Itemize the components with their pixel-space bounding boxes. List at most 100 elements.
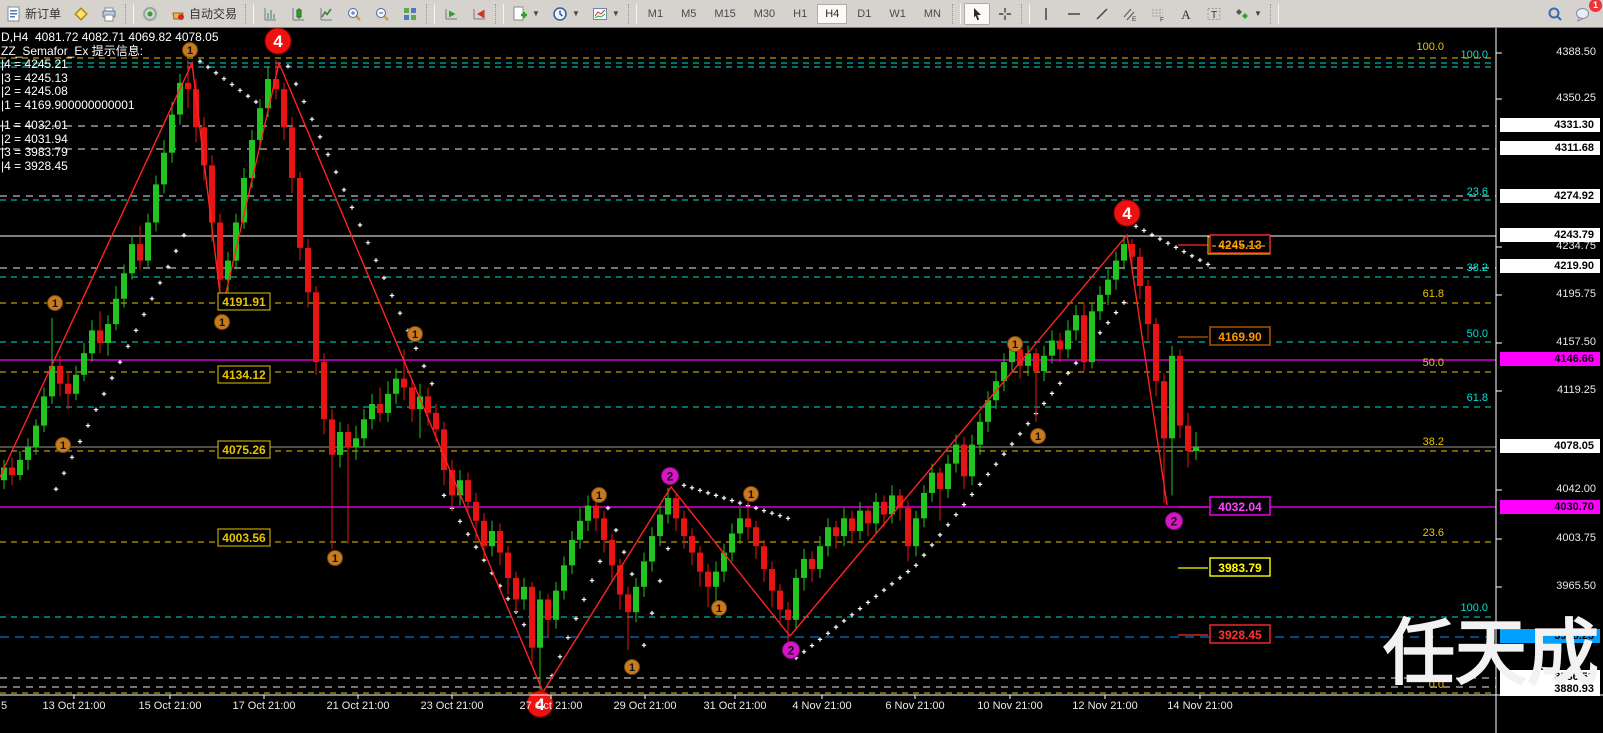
chart-bars-button[interactable] — [257, 3, 283, 25]
svg-text:2: 2 — [667, 469, 674, 483]
toolbar-separator — [495, 3, 505, 24]
channel-icon: E — [1123, 8, 1137, 22]
svg-text:3928.45: 3928.45 — [1218, 628, 1262, 642]
svg-text:4245.13: 4245.13 — [1218, 238, 1262, 252]
price-level-badge: 4078.05 — [1500, 439, 1600, 453]
chart-line-button[interactable] — [313, 3, 339, 25]
chat-button[interactable]: 1 — [1570, 0, 1602, 25]
timeframe-m1-button[interactable]: M1 — [640, 4, 671, 24]
date-tick-label[interactable]: 12 Nov 21:00 — [1072, 700, 1137, 712]
cursor-button[interactable] — [963, 2, 990, 25]
svg-text:4169.90: 4169.90 — [1218, 330, 1262, 344]
price-tick-label: 4003.75 — [1556, 532, 1596, 544]
svg-text:23.6: 23.6 — [1423, 527, 1444, 539]
hline-button[interactable] — [1061, 3, 1087, 25]
svg-text:50.0: 50.0 — [1467, 328, 1488, 340]
price-tick-label: 4195.75 — [1556, 288, 1596, 300]
date-tick-label[interactable]: 6 Nov 21:00 — [885, 700, 944, 712]
chart-candles-button[interactable] — [285, 3, 311, 25]
arrows-button[interactable]: ▼ — [1229, 3, 1267, 25]
timeframe-m5-button[interactable]: M5 — [673, 4, 704, 24]
svg-text:38.2: 38.2 — [1467, 262, 1488, 274]
gold-bar-button[interactable] — [68, 3, 94, 25]
toolbar-separator — [245, 3, 255, 24]
crosshair-button[interactable] — [992, 3, 1018, 25]
autotrade-button[interactable]: 自动交易 — [165, 2, 242, 25]
chart-canvas[interactable]: 100.023.638.250.061.8100.0100.061.850.03… — [0, 0, 1603, 733]
svg-text:1: 1 — [412, 329, 418, 341]
svg-text:0.0: 0.0 — [1429, 679, 1444, 691]
new-order-icon — [7, 6, 20, 21]
crosshair-icon — [998, 7, 1011, 20]
chart-shift-button[interactable] — [466, 3, 492, 25]
price-level-badge: 4311.68 — [1500, 141, 1600, 155]
svg-text:4075.26: 4075.26 — [222, 443, 266, 457]
zoom-in-button[interactable] — [341, 3, 367, 25]
search-icon — [1548, 7, 1562, 21]
search-button[interactable] — [1542, 3, 1568, 25]
date-tick-label[interactable]: 27 Oct 21:00 — [520, 700, 583, 712]
svg-text:1: 1 — [596, 490, 602, 502]
price-level-badge: 4146.66 — [1500, 352, 1600, 366]
periods-button[interactable]: ▼ — [547, 3, 585, 25]
resistance-level-line: |3 = 4245.13 — [1, 70, 68, 85]
auto-scroll-button[interactable] — [438, 3, 464, 25]
svg-text:100.0: 100.0 — [1460, 602, 1488, 614]
trendline-icon — [1096, 7, 1108, 20]
date-tick-label[interactable]: 15 Oct 21:00 — [139, 700, 202, 712]
support-level-line: |4 = 3928.45 — [1, 158, 68, 173]
date-tick-label-clipped: 5 — [1, 700, 8, 712]
indicator-info-block: D,H4 4081.72 4082.71 4069.82 4078.05 ZZ_S… — [1, 30, 219, 173]
date-tick-label[interactable]: 10 Nov 21:00 — [977, 700, 1042, 712]
vline-button[interactable] — [1033, 3, 1059, 25]
timeframe-h1-button[interactable]: H1 — [785, 4, 815, 24]
timeframe-h4-button[interactable]: H4 — [817, 3, 848, 24]
chart-shift-icon — [473, 8, 486, 19]
fibonacci-button[interactable]: F — [1145, 3, 1171, 25]
toolbar-separator — [1269, 3, 1279, 24]
print-button[interactable] — [96, 3, 122, 25]
price-level-badge: 4219.90 — [1500, 259, 1600, 273]
toolbar-separator — [951, 3, 961, 24]
timeframe-d1-button[interactable]: D1 — [849, 4, 879, 24]
zoom-in-icon — [348, 7, 361, 21]
toolbar-separator — [627, 3, 637, 24]
svg-text:4191.91: 4191.91 — [222, 295, 266, 309]
date-tick-label[interactable]: 21 Oct 21:00 — [327, 700, 390, 712]
channel-button[interactable]: E — [1117, 3, 1143, 25]
templates-button[interactable]: ▼ — [587, 3, 625, 25]
new-order-button[interactable]: 新订单 — [1, 2, 66, 25]
toolbar-separator — [125, 3, 135, 24]
date-tick-label[interactable]: 31 Oct 21:00 — [704, 700, 767, 712]
svg-text:1: 1 — [332, 553, 338, 565]
resistance-level-line: |2 = 4245.08 — [1, 84, 68, 98]
timeframe-m15-button[interactable]: M15 — [706, 4, 743, 24]
timeframe-w1-button[interactable]: W1 — [881, 4, 914, 24]
timeframe-m30-button[interactable]: M30 — [746, 4, 783, 24]
tile-windows-button[interactable] — [397, 3, 423, 25]
date-tick-label[interactable]: 23 Oct 21:00 — [421, 700, 484, 712]
svg-text:A: A — [1181, 7, 1191, 22]
date-tick-label[interactable]: 17 Oct 21:00 — [233, 700, 296, 712]
svg-text:1: 1 — [52, 298, 58, 310]
svg-text:1: 1 — [219, 317, 225, 329]
label-button[interactable]: T — [1201, 3, 1227, 25]
date-tick-label[interactable]: 13 Oct 21:00 — [43, 700, 106, 712]
date-tick-label[interactable]: 4 Nov 21:00 — [792, 700, 851, 712]
trendline-button[interactable] — [1089, 3, 1115, 25]
price-level-badge: 4030.70 — [1500, 500, 1600, 514]
date-tick-label[interactable]: 14 Nov 21:00 — [1167, 700, 1232, 712]
indicators-button[interactable]: ▼ — [507, 3, 545, 25]
date-tick-label[interactable]: 29 Oct 21:00 — [614, 700, 677, 712]
signal-button[interactable] — [137, 3, 163, 25]
svg-text:4: 4 — [273, 32, 283, 51]
text-button[interactable]: A — [1173, 3, 1199, 25]
svg-text:61.8: 61.8 — [1423, 288, 1444, 300]
text-icon: A — [1181, 7, 1191, 22]
fibonacci-icon: F — [1151, 9, 1164, 22]
timeframe-mn-button[interactable]: MN — [916, 4, 949, 24]
print-icon — [102, 7, 116, 21]
zoom-out-button[interactable] — [369, 3, 395, 25]
svg-text:1: 1 — [1035, 431, 1041, 443]
signal-icon — [143, 6, 158, 21]
